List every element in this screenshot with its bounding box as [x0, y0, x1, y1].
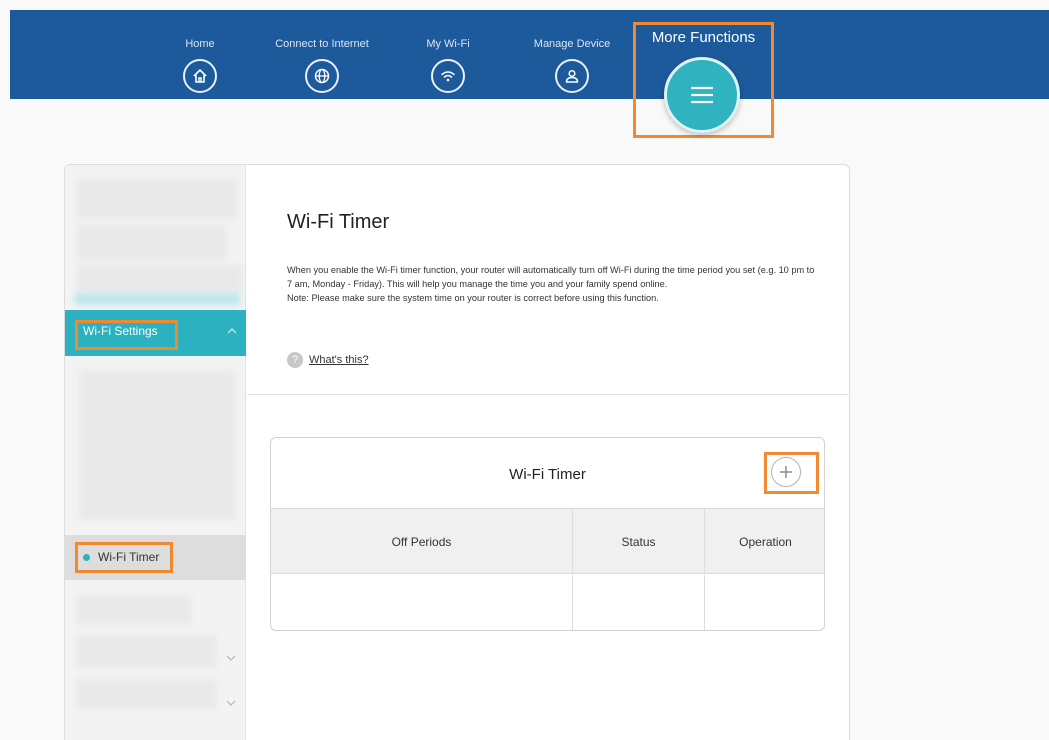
- table-cell: [705, 575, 824, 630]
- table-cell: [271, 575, 573, 630]
- menu-icon[interactable]: [664, 57, 740, 133]
- column-off-periods: Off Periods: [271, 509, 573, 574]
- sidebar-blurred-item: [75, 293, 240, 305]
- nav-manage-device-label: Manage Device: [533, 38, 611, 50]
- wifi-icon: [431, 59, 465, 93]
- chevron-down-icon: [225, 649, 237, 661]
- column-operation: Operation: [739, 534, 792, 549]
- nav-home[interactable]: Home: [170, 10, 230, 99]
- sidebar-item-wifi-timer-label: Wi-Fi Timer: [98, 550, 160, 564]
- nav-home-label: Home: [185, 38, 215, 50]
- nav-connect-to-internet[interactable]: Connect to Internet: [262, 10, 382, 99]
- sidebar-blurred-submenu: [79, 370, 235, 520]
- nav-manage-device[interactable]: Manage Device: [522, 10, 622, 99]
- wifi-timer-card: Wi-Fi Timer Off Periods Status Operation: [270, 437, 825, 631]
- page: Home Connect to Internet My Wi-Fi Manage…: [0, 0, 1049, 740]
- description-note: Note: Please make sure the system time o…: [287, 293, 659, 303]
- sidebar-item-wifi-timer[interactable]: Wi-Fi Timer: [65, 535, 246, 580]
- chevron-up-icon: [226, 324, 238, 336]
- plus-icon[interactable]: [771, 457, 801, 487]
- sidebar-item-wifi-settings[interactable]: Wi-Fi Settings: [65, 310, 246, 356]
- nav-more-functions[interactable]: More Functions: [633, 22, 774, 138]
- sidebar-blurred-item: [77, 179, 237, 219]
- sidebar-blurred-item[interactable]: [77, 679, 217, 709]
- chevron-down-icon: [225, 694, 237, 706]
- nav-my-wifi-label: My Wi-Fi: [426, 38, 470, 50]
- sidebar-blurred-item: [77, 595, 192, 625]
- description: When you enable the Wi-Fi timer function…: [287, 263, 817, 305]
- globe-icon: [305, 59, 339, 93]
- sidebar-blurred-item: [77, 265, 242, 293]
- content-panel: Wi-Fi Settings Wi-Fi Timer Wi-Fi Timer W…: [64, 164, 850, 740]
- page-title: Wi-Fi Timer: [287, 211, 390, 233]
- card-title: Wi-Fi Timer: [509, 466, 586, 483]
- nav-my-wifi[interactable]: My Wi-Fi: [408, 10, 488, 99]
- nav-connect-label: Connect to Internet: [275, 38, 369, 50]
- divider: [247, 394, 849, 395]
- home-icon: [183, 59, 217, 93]
- table-cell: [573, 575, 705, 630]
- active-dot: [83, 554, 90, 561]
- help-link[interactable]: ? What's this?: [287, 352, 369, 368]
- sidebar-blurred-item: [77, 225, 227, 260]
- user-icon: [555, 59, 589, 93]
- sidebar-item-wifi-settings-label: Wi-Fi Settings: [83, 324, 158, 338]
- main-content: Wi-Fi Timer When you enable the Wi-Fi ti…: [247, 165, 849, 740]
- column-status: Status: [573, 509, 705, 574]
- description-text: When you enable the Wi-Fi timer function…: [287, 265, 815, 289]
- nav-more-functions-label: More Functions: [651, 29, 756, 46]
- table-header: Off Periods Status Operation: [271, 509, 824, 574]
- sidebar: Wi-Fi Settings Wi-Fi Timer: [65, 165, 246, 740]
- top-nav: Home Connect to Internet My Wi-Fi Manage…: [10, 10, 1049, 99]
- card-header: Wi-Fi Timer: [271, 438, 824, 509]
- help-icon: ?: [287, 352, 303, 368]
- help-link-label[interactable]: What's this?: [309, 354, 369, 366]
- sidebar-blurred-item[interactable]: [77, 635, 217, 667]
- table-row: [271, 575, 824, 630]
